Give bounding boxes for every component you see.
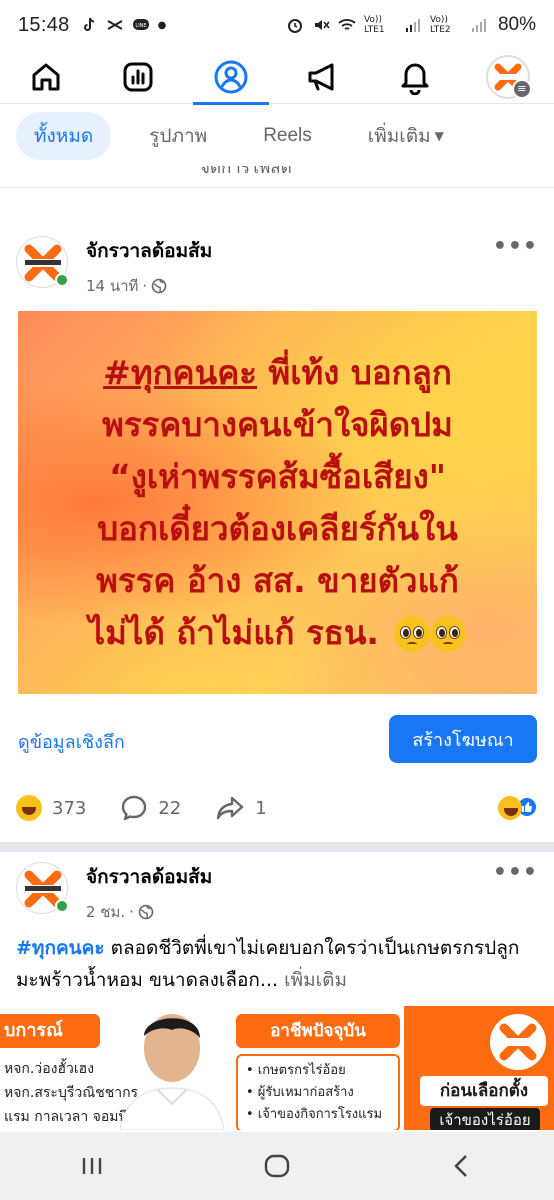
post-caption: #ทุกคนคะ ตลอดชีวิตพี่เขาไม่เคยบอกใครว่าเ… bbox=[16, 932, 538, 996]
svg-text:LINE: LINE bbox=[135, 23, 146, 29]
partial-row-label: จัดการโพสต์ bbox=[200, 166, 292, 178]
signal-icon bbox=[471, 19, 486, 32]
nav-ads[interactable] bbox=[293, 50, 353, 104]
person-photo bbox=[119, 1014, 225, 1130]
filter-reels[interactable]: Reels bbox=[245, 116, 330, 156]
job-item: • เกษตรกรไร่อ้อย bbox=[246, 1063, 346, 1078]
profile-icon bbox=[214, 60, 248, 93]
experience-line: หจก.ว่องฮั้วเฮง bbox=[4, 1061, 95, 1077]
post-time[interactable]: 14 นาที bbox=[86, 274, 138, 298]
sim1-label: Vo)) LTE1 bbox=[363, 15, 385, 35]
status-bar: 15:48 LINE ● Vo)) LTE1 Vo)) LTE2 80% bbox=[0, 0, 554, 50]
menu-icon: ≡ bbox=[511, 78, 532, 99]
share-button[interactable]: 1 bbox=[215, 794, 267, 822]
comment-icon bbox=[122, 795, 147, 821]
react-button[interactable]: 373 bbox=[16, 795, 86, 821]
filter-more[interactable]: เพิ่มเติม ▼ bbox=[350, 112, 462, 160]
online-indicator bbox=[55, 273, 69, 287]
wifi-icon bbox=[338, 19, 356, 30]
hashtag-link[interactable]: #ทุกคนคะ bbox=[16, 937, 105, 959]
nav-profile[interactable] bbox=[192, 50, 269, 105]
divider bbox=[0, 842, 554, 852]
boost-post-button[interactable]: สร้างโฆษณา bbox=[389, 715, 537, 763]
comment-button[interactable]: 22 bbox=[120, 794, 181, 822]
tiktok-icon bbox=[83, 17, 94, 31]
alarm-icon bbox=[287, 19, 302, 33]
owner-label: เจ้าของไร่อ้อย bbox=[430, 1108, 540, 1130]
haha-icon bbox=[498, 796, 522, 820]
top-navigation: ≡ bbox=[0, 50, 554, 105]
post-header: จักรวาลด้อมส้ม 14 นาที · ••• bbox=[16, 236, 538, 298]
nav-dashboard[interactable] bbox=[108, 50, 168, 104]
filter-more-label: เพิ่มเติม bbox=[367, 125, 431, 147]
post-header: จักรวาลด้อมส้ม 2 ชม. · ••• bbox=[16, 862, 538, 924]
pleading-face-icon bbox=[394, 616, 431, 652]
image-line-1-rest: พี่เท้ง บอกลูก bbox=[257, 352, 452, 392]
image-hashtag: #ทุกคนคะ bbox=[103, 352, 257, 392]
nav-menu[interactable]: ≡ bbox=[478, 50, 538, 104]
pleading-face-icon bbox=[430, 616, 467, 652]
image-line-2: พรรคบางคนเข้าใจผิดปม bbox=[102, 404, 453, 444]
globe-icon bbox=[138, 904, 154, 920]
post-image[interactable]: #ทุกคนคะ พี่เท้ง บอกลูก พรรคบางคนเข้าใจผ… bbox=[18, 311, 537, 694]
post-time[interactable]: 2 ชม. bbox=[86, 900, 125, 924]
dashboard-icon bbox=[123, 62, 153, 91]
page-logo[interactable] bbox=[16, 236, 69, 288]
home-icon bbox=[32, 63, 60, 90]
reaction-count: 373 bbox=[52, 797, 87, 819]
job-item: • เจ้าของกิจการโรงแรม bbox=[246, 1107, 383, 1122]
online-indicator bbox=[55, 899, 69, 913]
nav-notifications[interactable] bbox=[385, 50, 445, 104]
filter-all[interactable]: ทั้งหมด bbox=[16, 112, 112, 160]
signal-icon bbox=[405, 19, 420, 32]
dot-icon: ● bbox=[157, 19, 167, 31]
share-count: 1 bbox=[255, 797, 267, 819]
more-options-icon[interactable]: ••• bbox=[493, 862, 538, 884]
comment-count: 22 bbox=[158, 797, 182, 819]
mute-icon bbox=[314, 20, 330, 30]
post-actions: 373 22 1 bbox=[16, 790, 538, 826]
share-icon bbox=[217, 796, 244, 820]
megaphone-icon bbox=[308, 63, 334, 90]
globe-icon bbox=[151, 278, 167, 294]
nav-home[interactable] bbox=[16, 50, 76, 104]
post-image[interactable]: บการณ์ หจก.ว่องฮั้วเฮง หจก.สระบุรีวณิชชา… bbox=[0, 1006, 554, 1130]
current-job-header: อาชีพปัจจุบัน bbox=[236, 1014, 400, 1048]
page-name[interactable]: จักรวาลด้อมส้ม bbox=[86, 236, 212, 266]
page-avatar: ≡ bbox=[485, 54, 532, 99]
filter-photos[interactable]: รูปภาพ bbox=[131, 112, 225, 160]
bell-icon bbox=[401, 63, 429, 95]
line-icon: LINE bbox=[132, 19, 149, 30]
image-line-5: พรรค อ้าง สส. ขายตัวแก้ bbox=[96, 560, 459, 600]
experience-header: บการณ์ bbox=[0, 1014, 100, 1048]
sim2-label: Vo)) LTE2 bbox=[429, 15, 451, 35]
haha-icon bbox=[16, 795, 42, 821]
see-more-link[interactable]: เพิ่มเติม bbox=[278, 969, 347, 991]
divider bbox=[0, 188, 554, 218]
filter-bar: ทั้งหมด รูปภาพ Reels เพิ่มเติม ▼ bbox=[0, 108, 554, 164]
battery-level: 80% bbox=[497, 14, 536, 35]
reaction-summary[interactable] bbox=[498, 796, 538, 820]
image-line-6: ไม่ได้ ถ้าไม่แก้ รธน. bbox=[88, 612, 379, 652]
status-time: 15:48 bbox=[18, 13, 70, 36]
view-insights-link[interactable]: ดูข้อมูลเชิงลึก bbox=[18, 727, 125, 756]
job-item: • ผู้รับเหมาก่อสร้าง bbox=[246, 1085, 354, 1100]
system-navigation-bar bbox=[0, 1132, 554, 1200]
more-options-icon[interactable]: ••• bbox=[493, 236, 538, 258]
recent-apps-icon[interactable] bbox=[78, 1152, 106, 1180]
image-line-4: บอกเดี๋ยวต้องเคลียร์กันใน bbox=[97, 508, 458, 548]
before-election-label: ก่อนเลือกตั้ง bbox=[420, 1076, 548, 1106]
page-logo bbox=[490, 1014, 546, 1070]
back-icon[interactable] bbox=[448, 1152, 476, 1180]
caret-down-icon: ▼ bbox=[434, 129, 444, 143]
page-name[interactable]: จักรวาลด้อมส้ม bbox=[86, 862, 212, 892]
capcut-icon bbox=[107, 20, 123, 30]
image-line-3: “งูเห่าพรรคส้มซื้อเสียง" bbox=[109, 456, 446, 496]
partial-manage-row[interactable]: จัดการโพสต์ bbox=[0, 166, 554, 188]
page-logo-icon bbox=[496, 1023, 540, 1061]
page-logo[interactable] bbox=[16, 862, 69, 914]
home-button-icon[interactable] bbox=[262, 1151, 292, 1181]
